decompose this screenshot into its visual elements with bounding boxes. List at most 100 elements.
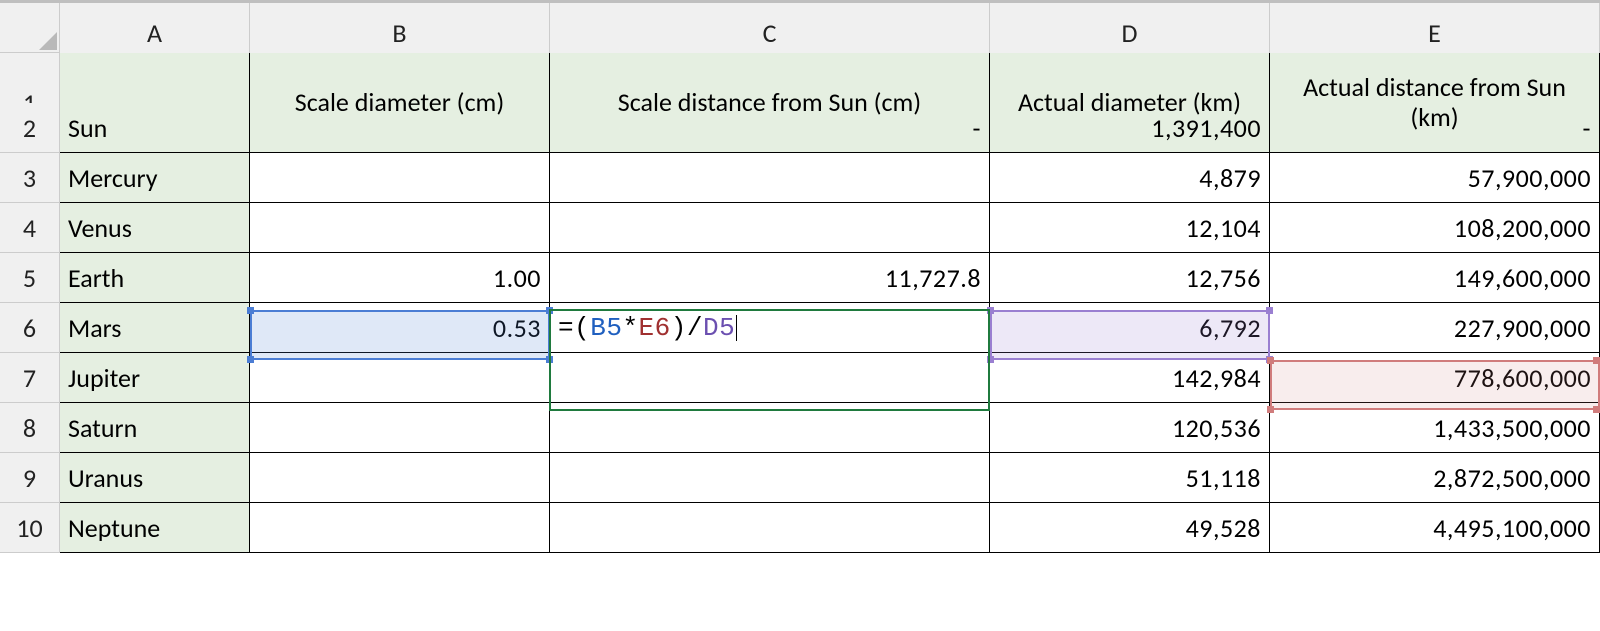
cell-C4[interactable] — [550, 203, 990, 253]
cell-E4[interactable]: 108,200,000 — [1270, 203, 1600, 253]
cell-text: 12,104 — [1186, 212, 1261, 244]
cell-C2[interactable]: - — [550, 103, 990, 153]
cell-D9[interactable]: 51,118 — [990, 453, 1270, 503]
cell-E6[interactable]: 227,900,000 — [1270, 303, 1600, 353]
cell-B4[interactable] — [250, 203, 550, 253]
cell-text: Mars — [68, 312, 121, 344]
cell-E8[interactable]: 1,433,500,000 — [1270, 403, 1600, 453]
row-header-2[interactable]: 2 — [0, 103, 60, 153]
col-header-label: E — [1428, 17, 1441, 49]
cell-E9[interactable]: 2,872,500,000 — [1270, 453, 1600, 503]
formula-ref-E6: E6 — [639, 313, 671, 343]
cell-text: Mercury — [68, 162, 157, 194]
cell-E3[interactable]: 57,900,000 — [1270, 153, 1600, 203]
cell-A5[interactable]: Earth — [60, 253, 250, 303]
cell-D4[interactable]: 12,104 — [990, 203, 1270, 253]
formula-token: )/ — [671, 313, 703, 343]
cell-B3[interactable] — [250, 153, 550, 203]
col-header-label: B — [392, 17, 406, 49]
row-header-label: 3 — [23, 162, 36, 194]
cell-text: 1.00 — [493, 262, 541, 294]
cell-E5[interactable]: 149,600,000 — [1270, 253, 1600, 303]
cell-text: 11,727.8 — [885, 262, 981, 294]
cell-C8[interactable] — [550, 403, 990, 453]
cell-text: 227,900,000 — [1454, 312, 1591, 344]
cell-A8[interactable]: Saturn — [60, 403, 250, 453]
cell-text: 4,879 — [1199, 162, 1261, 194]
cell-D6[interactable]: 6,792 — [990, 303, 1270, 353]
cell-A10[interactable]: Neptune — [60, 503, 250, 553]
cell-E2[interactable]: - — [1270, 103, 1600, 153]
row-header-label: 4 — [23, 212, 36, 244]
cell-text: 4,495,100,000 — [1433, 512, 1591, 544]
cell-C5[interactable]: 11,727.8 — [550, 253, 990, 303]
cell-text: Neptune — [68, 512, 160, 544]
cell-D10[interactable]: 49,528 — [990, 503, 1270, 553]
row-header-label: 5 — [23, 262, 36, 294]
formula-token: * — [622, 313, 638, 343]
select-all-corner[interactable] — [0, 3, 60, 53]
cell-D7[interactable]: 142,984 — [990, 353, 1270, 403]
row-header-label: 9 — [23, 462, 36, 494]
cell-B10[interactable] — [250, 503, 550, 553]
row-header-7[interactable]: 7 — [0, 353, 60, 403]
cell-text: Venus — [68, 212, 132, 244]
formula-ref-D5: D5 — [703, 313, 735, 343]
cell-B6[interactable]: 0.53 — [250, 303, 550, 353]
cell-C6[interactable]: =(B5*E6)/D5 — [550, 303, 990, 353]
row-header-3[interactable]: 3 — [0, 153, 60, 203]
formula-text: =(B5*E6)/D5 — [558, 313, 737, 343]
cell-C9[interactable] — [550, 453, 990, 503]
cell-text: Saturn — [68, 412, 137, 444]
cell-D8[interactable]: 120,536 — [990, 403, 1270, 453]
row-header-9[interactable]: 9 — [0, 453, 60, 503]
cell-text: 12,756 — [1186, 262, 1261, 294]
row-header-4[interactable]: 4 — [0, 203, 60, 253]
row-header-label: 8 — [23, 412, 36, 444]
formula-token: =( — [558, 313, 590, 343]
spreadsheet-grid[interactable]: A B C D E 1 Scale diameter (cm) Scale di… — [0, 0, 1600, 553]
cell-B8[interactable] — [250, 403, 550, 453]
row-header-label: 2 — [23, 112, 36, 144]
cell-D3[interactable]: 4,879 — [990, 153, 1270, 203]
cell-D5[interactable]: 12,756 — [990, 253, 1270, 303]
cell-E7[interactable]: 778,600,000 — [1270, 353, 1600, 403]
cell-B5[interactable]: 1.00 — [250, 253, 550, 303]
row-header-label: 10 — [16, 512, 42, 544]
cell-A6[interactable]: Mars — [60, 303, 250, 353]
cell-C7[interactable] — [550, 353, 990, 403]
cell-text: 0.53 — [493, 312, 541, 344]
cell-B7[interactable] — [250, 353, 550, 403]
cell-C3[interactable] — [550, 153, 990, 203]
cell-B2[interactable] — [250, 103, 550, 153]
cell-text: Jupiter — [68, 362, 140, 394]
row-header-5[interactable]: 5 — [0, 253, 60, 303]
cell-A9[interactable]: Uranus — [60, 453, 250, 503]
row-header-10[interactable]: 10 — [0, 503, 60, 553]
cell-B9[interactable] — [250, 453, 550, 503]
cell-text: 142,984 — [1172, 362, 1261, 394]
row-header-8[interactable]: 8 — [0, 403, 60, 453]
cell-A4[interactable]: Venus — [60, 203, 250, 253]
cell-D2[interactable]: 1,391,400 — [990, 103, 1270, 153]
cell-text: - — [973, 112, 981, 144]
cell-text: 108,200,000 — [1454, 212, 1591, 244]
row-header-label: 7 — [23, 362, 36, 394]
col-header-label: D — [1122, 17, 1138, 49]
cell-A2[interactable]: Sun — [60, 103, 250, 153]
cell-text: - — [1583, 112, 1591, 144]
cell-text: 778,600,000 — [1454, 362, 1591, 394]
row-header-6[interactable]: 6 — [0, 303, 60, 353]
text-cursor — [736, 315, 737, 341]
col-header-label: C — [763, 17, 777, 49]
row-header-label: 6 — [23, 312, 36, 344]
cell-text: 49,528 — [1186, 512, 1261, 544]
cell-text: 120,536 — [1172, 412, 1261, 444]
cell-A7[interactable]: Jupiter — [60, 353, 250, 403]
col-header-label: A — [147, 17, 162, 49]
cell-E10[interactable]: 4,495,100,000 — [1270, 503, 1600, 553]
cell-text: Earth — [68, 262, 124, 294]
cell-A3[interactable]: Mercury — [60, 153, 250, 203]
formula-ref-B5: B5 — [590, 313, 622, 343]
cell-C10[interactable] — [550, 503, 990, 553]
